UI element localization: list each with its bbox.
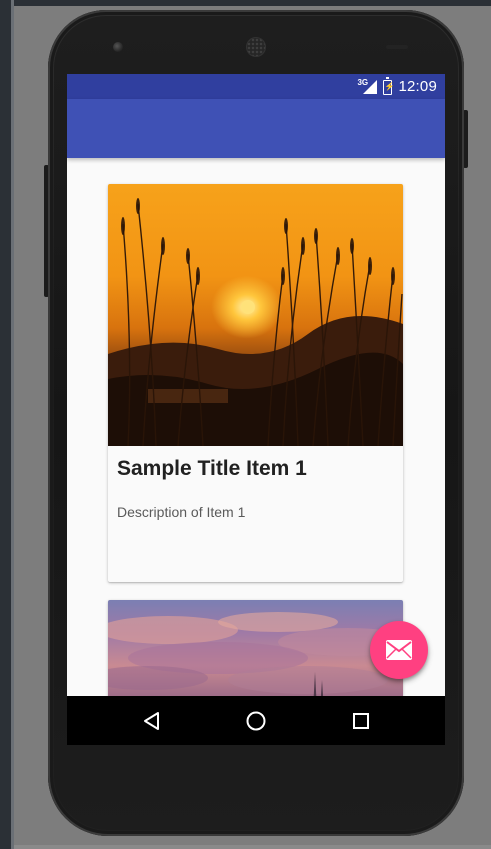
card-item[interactable] xyxy=(108,600,403,696)
status-time: 12:09 xyxy=(398,78,437,95)
card-description: Description of Item 1 xyxy=(117,504,246,520)
recent-apps-icon xyxy=(353,712,369,729)
earpiece-speaker-icon xyxy=(247,38,265,56)
home-button[interactable] xyxy=(226,696,286,745)
status-icons: 3G ⚡ 12:09 xyxy=(357,74,437,99)
card-list[interactable]: Sample Title Item 1 Description of Item … xyxy=(67,158,445,696)
home-icon xyxy=(246,711,266,730)
card-title: Sample Title Item 1 xyxy=(117,457,307,480)
status-bar: 3G ⚡ 12:09 xyxy=(67,74,445,99)
back-button[interactable] xyxy=(121,696,181,745)
phone-screen: 3G ⚡ 12:09 Sample Title Item 1 Descripti… xyxy=(67,74,445,745)
purple-clouds-image xyxy=(108,600,403,696)
ide-bottom-edge xyxy=(14,845,491,849)
ide-top-edge xyxy=(14,0,491,6)
back-icon xyxy=(144,711,159,730)
card-item[interactable]: Sample Title Item 1 Description of Item … xyxy=(108,184,403,582)
sunset-grass-image xyxy=(108,184,403,446)
battery-charging-icon: ⚡ xyxy=(383,77,394,95)
emulator-window: 3G ⚡ 12:09 Sample Title Item 1 Descripti… xyxy=(0,0,491,849)
app-toolbar xyxy=(67,99,445,158)
ide-left-edge xyxy=(0,0,14,849)
navigation-bar xyxy=(67,696,445,745)
signal-icon: 3G xyxy=(357,78,378,95)
envelope-icon xyxy=(386,640,412,660)
compose-email-fab[interactable] xyxy=(370,621,428,679)
recent-apps-button[interactable] xyxy=(331,696,391,745)
front-camera-icon xyxy=(113,42,123,52)
proximity-sensor xyxy=(386,45,408,49)
